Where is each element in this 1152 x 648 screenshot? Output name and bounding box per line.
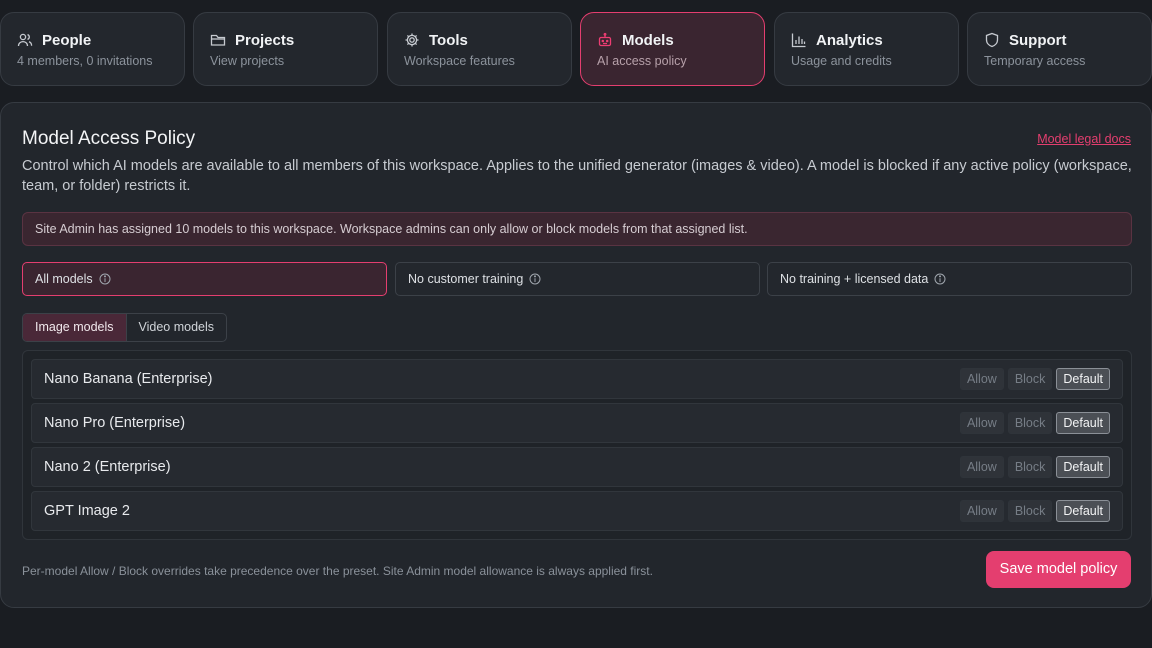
model-list: Nano Banana (Enterprise) Allow Block Def… bbox=[22, 350, 1132, 540]
nav-subtitle: Workspace features bbox=[404, 54, 515, 68]
nav-title: Tools bbox=[429, 31, 468, 49]
nav-title: Support bbox=[1009, 31, 1067, 49]
info-icon[interactable] bbox=[99, 273, 111, 285]
section-nav: People 4 members, 0 invitations Projects… bbox=[0, 12, 1152, 86]
model-action-group: Allow Block Default bbox=[959, 368, 1110, 390]
gear-icon bbox=[405, 33, 419, 47]
nav-title: Projects bbox=[235, 31, 295, 49]
nav-subtitle: AI access policy bbox=[597, 54, 687, 68]
model-name: Nano 2 (Enterprise) bbox=[44, 459, 171, 475]
model-name: GPT Image 2 bbox=[44, 503, 130, 519]
nav-title: Analytics bbox=[816, 31, 883, 49]
default-button[interactable]: Default bbox=[1056, 456, 1110, 478]
block-button[interactable]: Block bbox=[1007, 456, 1053, 478]
nav-card-support[interactable]: Support Temporary access bbox=[967, 12, 1152, 86]
nav-subtitle: Temporary access bbox=[984, 54, 1086, 68]
allow-button[interactable]: Allow bbox=[959, 500, 1004, 522]
nav-card-tools[interactable]: Tools Workspace features bbox=[387, 12, 572, 86]
nav-subtitle: 4 members, 0 invitations bbox=[17, 54, 153, 68]
model-action-group: Allow Block Default bbox=[959, 456, 1110, 478]
nav-subtitle: Usage and credits bbox=[791, 54, 892, 68]
model-row: Nano Banana (Enterprise) Allow Block Def… bbox=[31, 359, 1123, 399]
model-name: Nano Banana (Enterprise) bbox=[44, 371, 213, 387]
block-button[interactable]: Block bbox=[1007, 500, 1053, 522]
block-button[interactable]: Block bbox=[1007, 368, 1053, 390]
preset-label: All models bbox=[35, 272, 93, 286]
allow-button[interactable]: Allow bbox=[959, 456, 1004, 478]
shield-icon bbox=[985, 32, 999, 48]
model-legal-docs-link[interactable]: Model legal docs bbox=[1037, 132, 1131, 146]
panel-title: Model Access Policy bbox=[22, 128, 196, 149]
robot-icon bbox=[598, 32, 612, 47]
default-button[interactable]: Default bbox=[1056, 368, 1110, 390]
model-row: Nano Pro (Enterprise) Allow Block Defaul… bbox=[31, 403, 1123, 443]
preset-label: No training + licensed data bbox=[780, 272, 929, 286]
model-row: Nano 2 (Enterprise) Allow Block Default bbox=[31, 447, 1123, 487]
admin-notice-banner: Site Admin has assigned 10 models to thi… bbox=[22, 212, 1132, 246]
tab-video-models[interactable]: Video models bbox=[125, 314, 227, 341]
model-access-panel: Model Access Policy Model legal docs Con… bbox=[0, 102, 1152, 608]
people-icon bbox=[17, 33, 33, 47]
info-icon[interactable] bbox=[934, 273, 946, 285]
preset-no-training-licensed-data[interactable]: No training + licensed data bbox=[767, 262, 1132, 296]
nav-title: Models bbox=[622, 31, 674, 49]
nav-subtitle: View projects bbox=[210, 54, 285, 68]
nav-card-people[interactable]: People 4 members, 0 invitations bbox=[0, 12, 185, 86]
model-name: Nano Pro (Enterprise) bbox=[44, 415, 186, 431]
block-button[interactable]: Block bbox=[1007, 412, 1053, 434]
preset-label: No customer training bbox=[408, 272, 524, 286]
bar-chart-icon bbox=[791, 33, 806, 48]
default-button[interactable]: Default bbox=[1056, 412, 1110, 434]
folder-icon bbox=[210, 34, 226, 46]
preset-all-models[interactable]: All models bbox=[22, 262, 387, 296]
save-model-policy-button[interactable]: Save model policy bbox=[986, 551, 1131, 588]
allow-button[interactable]: Allow bbox=[959, 368, 1004, 390]
info-icon[interactable] bbox=[529, 273, 541, 285]
model-action-group: Allow Block Default bbox=[959, 500, 1110, 522]
policy-footnote: Per-model Allow / Block overrides take p… bbox=[22, 564, 653, 578]
model-action-group: Allow Block Default bbox=[959, 412, 1110, 434]
nav-card-models[interactable]: Models AI access policy bbox=[580, 12, 765, 86]
preset-no-customer-training[interactable]: No customer training bbox=[395, 262, 760, 296]
nav-title: People bbox=[42, 31, 92, 49]
allow-button[interactable]: Allow bbox=[959, 412, 1004, 434]
nav-card-analytics[interactable]: Analytics Usage and credits bbox=[774, 12, 959, 86]
default-button[interactable]: Default bbox=[1056, 500, 1110, 522]
tab-image-models[interactable]: Image models bbox=[23, 314, 126, 341]
model-row: GPT Image 2 Allow Block Default bbox=[31, 491, 1123, 531]
panel-description: Control which AI models are available to… bbox=[22, 158, 1132, 194]
model-type-tabs: Image models Video models bbox=[22, 313, 228, 342]
nav-card-projects[interactable]: Projects View projects bbox=[193, 12, 378, 86]
